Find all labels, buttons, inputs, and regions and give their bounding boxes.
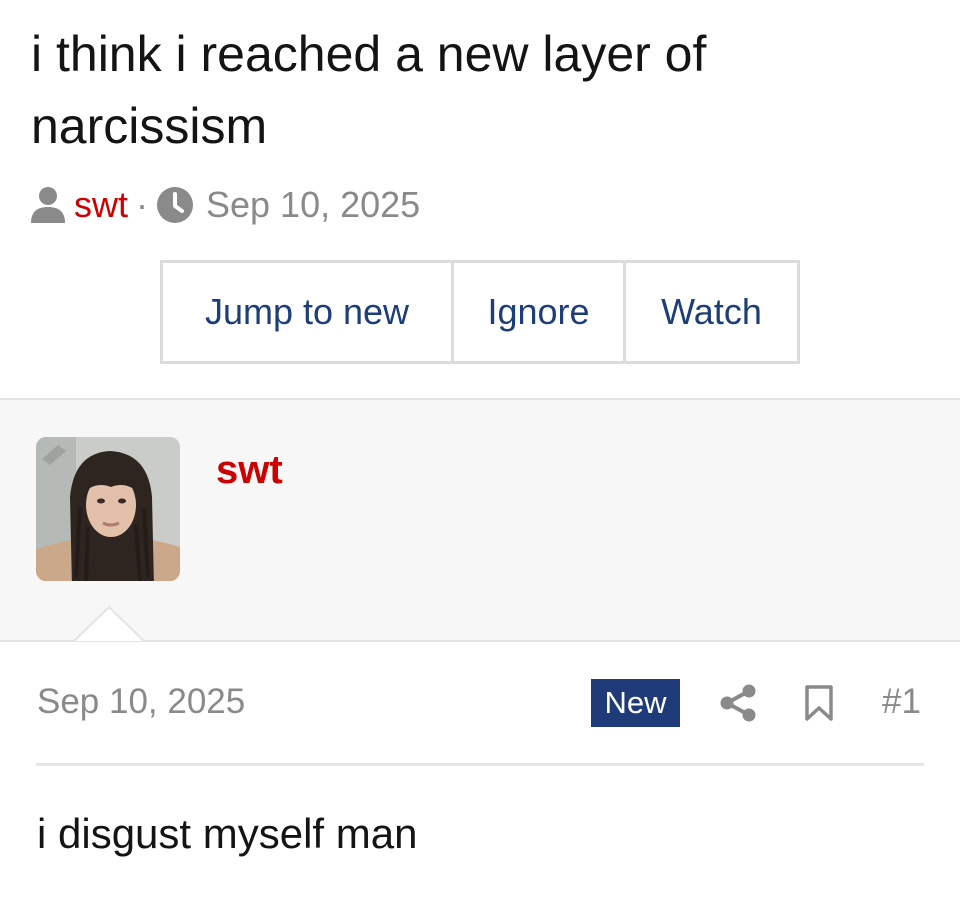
bookmark-icon[interactable]: [804, 684, 834, 722]
user-icon: [30, 186, 66, 224]
post-username[interactable]: swt: [216, 448, 283, 493]
new-badge: New: [591, 679, 680, 727]
share-icon[interactable]: [720, 684, 756, 722]
post-divider: [36, 763, 924, 766]
thread-date: Sep 10, 2025: [206, 184, 421, 225]
thread-page: i think i reached a new layer of narciss…: [0, 0, 960, 911]
thread-meta: swt · Sep 10, 2025: [30, 182, 420, 228]
thread-author-link[interactable]: swt: [74, 184, 128, 226]
meta-separator: ·: [136, 184, 148, 225]
post-user-block: swt: [0, 398, 960, 642]
thread-actions: Jump to new Ignore Watch: [160, 260, 800, 364]
post-number-link[interactable]: #1: [882, 682, 921, 722]
post-date[interactable]: Sep 10, 2025: [37, 682, 245, 722]
avatar[interactable]: [36, 437, 180, 581]
jump-to-new-button[interactable]: Jump to new: [160, 260, 454, 364]
ignore-button[interactable]: Ignore: [451, 260, 626, 364]
clock-icon: [156, 186, 194, 224]
thread-title: i think i reached a new layer of narciss…: [31, 26, 707, 154]
post-body: i disgust myself man: [37, 810, 418, 857]
watch-button[interactable]: Watch: [623, 260, 800, 364]
message-pointer: [74, 605, 144, 642]
